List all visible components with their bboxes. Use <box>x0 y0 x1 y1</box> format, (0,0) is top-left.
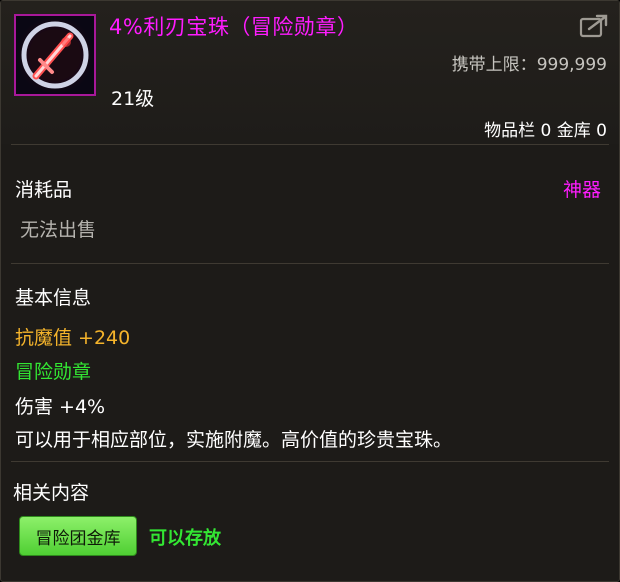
item-type: 消耗品 <box>15 179 73 201</box>
item-tooltip: 4%利刃宝珠（冒险勋章） 携带上限：999,999 21级 物品栏 0 金库 0… <box>0 0 620 582</box>
sword-orb-icon <box>14 14 96 96</box>
stat-line: 抗魔值 +240 <box>15 327 131 349</box>
carry-limit: 携带上限：999,999 <box>452 50 607 75</box>
related-title: 相关内容 <box>13 482 90 504</box>
description-line: 可以用于相应部位，实施附魔。高价值的珍贵宝珠。 <box>15 429 453 451</box>
adventure-vault-button[interactable]: 冒险团金库 <box>19 516 137 556</box>
item-name: 4%利刃宝珠（冒险勋章） <box>109 15 359 39</box>
divider <box>11 144 609 145</box>
carry-limit-label: 携带上限： <box>451 55 537 75</box>
sell-status: 无法出售 <box>20 219 97 241</box>
storable-note: 可以存放 <box>149 528 221 549</box>
medal-line: 冒险勋章 <box>15 361 92 383</box>
share-icon[interactable] <box>579 13 609 39</box>
basic-info-title: 基本信息 <box>15 287 92 309</box>
rarity-label: 神器 <box>562 179 601 201</box>
item-level: 21级 <box>111 88 155 110</box>
divider <box>11 461 609 462</box>
damage-line: 伤害 +4% <box>15 396 106 418</box>
divider <box>11 263 609 264</box>
storage-count: 物品栏 0 金库 0 <box>484 121 607 141</box>
carry-limit-value: 999,999 <box>536 55 607 75</box>
